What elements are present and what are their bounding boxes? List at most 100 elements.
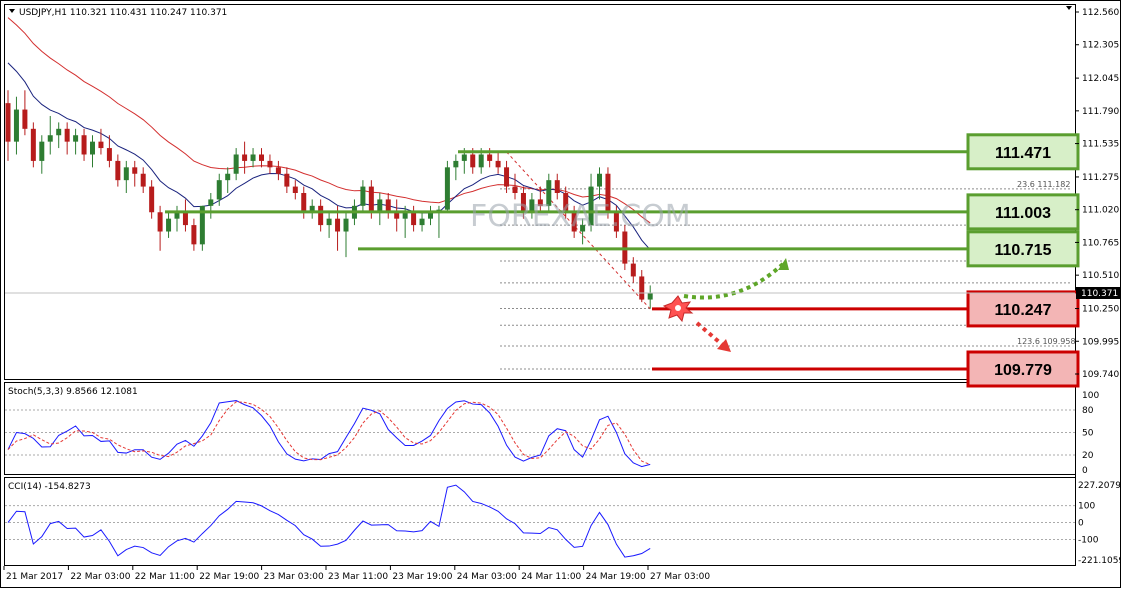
candle-body: [73, 135, 79, 142]
candle-body: [326, 218, 332, 226]
candle-body: [233, 154, 239, 174]
price-tick-label: 111.535: [1082, 140, 1119, 150]
stoch-tick-label: 100: [1082, 391, 1099, 401]
target-level-label: 109.779: [994, 362, 1052, 379]
candle-body: [630, 263, 636, 277]
target-level-label: 110.247: [995, 302, 1052, 319]
price-tick-label: 110.510: [1082, 271, 1119, 281]
time-tick-label: 23 Mar 03:00: [264, 572, 324, 582]
price-tick-label: 110.765: [1082, 238, 1119, 248]
candle-body: [140, 173, 146, 187]
time-tick-label: 23 Mar 19:00: [392, 572, 452, 582]
candle-body: [225, 173, 231, 181]
cci-tick-label: -221.1059: [1078, 556, 1121, 566]
chart-frame: [0, 0, 1121, 588]
candle-body: [132, 167, 138, 174]
candle-body: [487, 154, 493, 161]
candle-body: [191, 225, 197, 245]
candle-body: [419, 218, 425, 226]
price-tick-label: 110.250: [1082, 305, 1119, 315]
candle-body: [647, 293, 653, 300]
candle-body: [106, 148, 112, 161]
candle-body: [639, 276, 645, 300]
candle-body: [166, 218, 172, 232]
time-tick-label: 24 Mar 03:00: [457, 572, 517, 582]
stoch-tick-label: 0: [1082, 466, 1088, 476]
candle-body: [478, 154, 484, 168]
stoch-tick-label: 50: [1082, 429, 1094, 439]
candle-body: [453, 160, 459, 168]
candle-body: [30, 128, 36, 161]
fib-label: 23.6 111.182: [1017, 180, 1070, 189]
watermark-text: FOREXAE.COM: [470, 199, 691, 234]
cci-header: CCI(14) -154.8273: [8, 482, 91, 492]
time-tick-label: 27 Mar 03:00: [650, 572, 710, 582]
candle-body: [444, 167, 450, 210]
candle-body: [81, 135, 87, 155]
candle-body: [368, 186, 374, 213]
candle-body: [275, 167, 281, 174]
time-tick-label: 24 Mar 11:00: [521, 572, 581, 582]
candle-body: [343, 218, 349, 232]
candle-body: [56, 128, 62, 136]
candle-body: [461, 154, 467, 161]
candle-body: [470, 154, 476, 168]
candle-body: [90, 141, 95, 155]
price-tick-label: 112.305: [1082, 41, 1119, 51]
price-tick-label: 109.995: [1082, 337, 1119, 347]
candle-body: [64, 128, 70, 142]
time-tick-label: 21 Mar 2017: [6, 572, 63, 582]
candle-body: [22, 109, 28, 129]
candle-body: [335, 218, 341, 232]
candle-body: [267, 160, 273, 168]
price-tick-label: 111.275: [1082, 173, 1119, 183]
candle-body: [512, 186, 518, 193]
candle-body: [377, 199, 383, 213]
candle-body: [98, 141, 104, 149]
current-price-value: 110.371: [1081, 289, 1118, 299]
support-level-label: 111.003: [995, 205, 1051, 222]
candle-body: [47, 135, 53, 142]
price-tick-label: 112.045: [1082, 74, 1119, 84]
candle-body: [13, 109, 19, 142]
price-tick-label: 111.790: [1082, 107, 1119, 117]
cci-tick-label: 227.2079: [1078, 481, 1121, 491]
support-level-label: 110.715: [995, 242, 1052, 259]
candle-body: [157, 212, 163, 232]
stoch-header: Stoch(5,3,3) 9.8566 12.1081: [8, 387, 138, 397]
candle-body: [284, 173, 290, 187]
symbol-header: USDJPY,H1 110.321 110.431 110.247 110.37…: [19, 8, 227, 18]
cci-tick-label: 100: [1078, 502, 1095, 512]
candle-body: [318, 205, 324, 226]
price-tick-label: 111.020: [1082, 206, 1119, 216]
candle-body: [259, 154, 264, 161]
candle-body: [301, 193, 307, 213]
time-tick-label: 22 Mar 19:00: [199, 572, 259, 582]
time-tick-label: 22 Mar 03:00: [70, 572, 130, 582]
candle-body: [554, 180, 560, 193]
candle-body: [292, 186, 298, 193]
candle-body: [216, 180, 222, 200]
time-tick-label: 24 Mar 19:00: [586, 572, 646, 582]
candle-body: [411, 212, 417, 226]
price-tick-label: 109.740: [1082, 370, 1119, 380]
candle-body: [385, 199, 391, 213]
burst-center-icon: [675, 305, 681, 311]
stoch-tick-label: 80: [1082, 406, 1094, 416]
fib-label: 123.6 109.958: [1017, 337, 1076, 346]
candle-body: [5, 103, 11, 142]
candle-body: [149, 186, 155, 213]
candle-body: [115, 160, 121, 181]
candle-body: [597, 173, 602, 187]
chart-canvas[interactable]: 23.6 111.182 123.6 109.958 FOREXAE.COM 11…: [0, 0, 1121, 588]
candle-body: [39, 141, 45, 161]
time-tick-label: 23 Mar 11:00: [328, 572, 388, 582]
support-level-label: 111.471: [995, 145, 1051, 162]
candle-body: [208, 199, 214, 206]
cci-tick-label: 0: [1078, 519, 1084, 529]
time-tick-label: 22 Mar 11:00: [135, 572, 195, 582]
stoch-tick-label: 20: [1082, 451, 1094, 461]
candle-body: [360, 186, 366, 206]
price-tick-label: 112.560: [1082, 8, 1119, 18]
mt4-chart-window[interactable]: 23.6 111.182 123.6 109.958 FOREXAE.COM 11…: [0, 0, 1121, 588]
